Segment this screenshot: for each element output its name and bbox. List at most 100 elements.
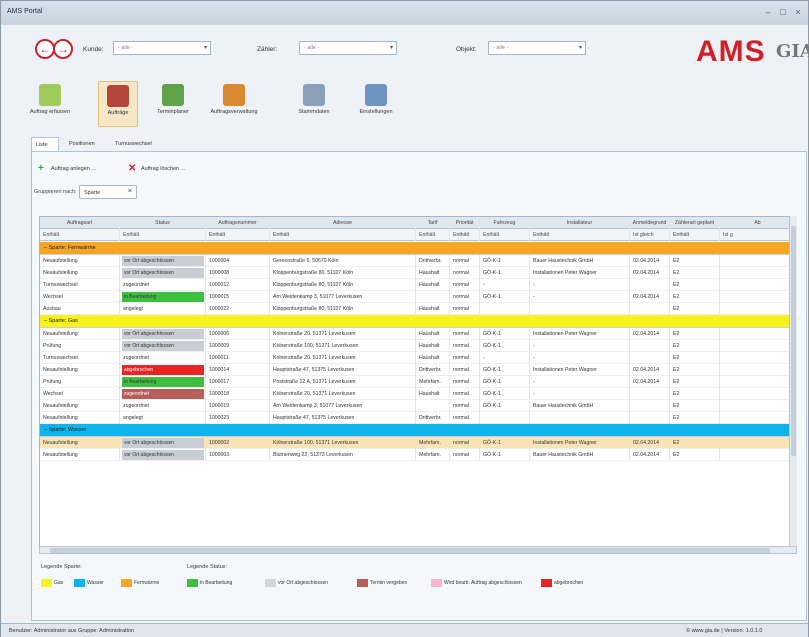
column-filter[interactable]: Enthält xyxy=(480,229,530,241)
legend-swatch xyxy=(357,579,368,587)
scroll-thumb[interactable] xyxy=(50,548,770,553)
table-cell xyxy=(630,340,670,352)
table-cell: 1000011 xyxy=(206,352,270,364)
tab-positionen[interactable]: Positionen xyxy=(65,137,105,151)
table-cell: E2 xyxy=(670,364,720,376)
table-row[interactable]: Prüfung vor Ort abgeschlossen 1000009 Kölne… xyxy=(40,340,796,352)
remove-icon[interactable]: × xyxy=(128,188,132,195)
ribbon-button-auftragsverwaltung[interactable]: Auftragsverwaltung xyxy=(203,81,265,127)
horizontal-scrollbar[interactable] xyxy=(39,546,797,554)
column-header[interactable]: Priorität xyxy=(450,217,480,229)
table-cell: - xyxy=(480,352,530,364)
objekt-value: - alle - xyxy=(493,45,509,51)
column-filter[interactable]: Enthält xyxy=(670,229,720,241)
legend-swatch xyxy=(121,579,132,587)
column-header[interactable]: Auftragsart xyxy=(40,217,120,229)
column-header[interactable]: Status xyxy=(120,217,206,229)
column-filter[interactable]: Enthält xyxy=(450,229,480,241)
document-stack-icon xyxy=(303,84,325,106)
column-header[interactable]: Ab xyxy=(720,217,796,229)
column-filter[interactable]: Enthält xyxy=(416,229,450,241)
column-header[interactable]: Tarif xyxy=(416,217,450,229)
column-header[interactable]: Installateur xyxy=(530,217,630,229)
gia-logo: GIA xyxy=(776,41,809,62)
zahler-label: Zähler: xyxy=(257,46,278,53)
status-badge: vor Ort abgeschlossen xyxy=(122,341,204,351)
maximize-icon[interactable]: □ xyxy=(776,6,790,18)
table-row[interactable]: Neuaufstellung vor Ort abgeschlossen 10000… xyxy=(40,255,796,267)
delete-order-button[interactable]: ✕ Auftrag löschen ... xyxy=(125,162,209,176)
group-by-label: Gruppieren nach: xyxy=(34,189,77,195)
table-row[interactable]: Turnuswechsel zugeordnet 1000011 Kölnerstra… xyxy=(40,352,796,364)
table-cell xyxy=(530,303,630,315)
group-row[interactable]: – Sparte: Wasser xyxy=(40,424,796,437)
table-cell: vor Ort abgeschlossen xyxy=(120,267,206,279)
ribbon-button-einstellungen[interactable]: Einstellungen xyxy=(352,81,400,127)
table-cell: Gereonstraße 6, 50670 Köln xyxy=(270,255,416,267)
zahler-dropdown[interactable]: - alle - ▾ xyxy=(299,41,397,55)
table-cell: 1000019 xyxy=(206,400,270,412)
ribbon-button-auftrag-erfassen[interactable]: Auftrag erfassen xyxy=(29,81,71,127)
table-cell: Neuaufstellung xyxy=(40,255,120,267)
table-cell: Am Weidenkamp 3, 51077 Leverkusen xyxy=(270,400,416,412)
table-cell: Bauer Haustechnik GmbH xyxy=(530,400,630,412)
table-cell: normal xyxy=(450,437,480,449)
table-cell: GÖ-K-1 xyxy=(480,449,530,461)
forward-arrow-icon[interactable]: → xyxy=(53,39,73,59)
table-cell: Neuaufstellung xyxy=(40,412,120,424)
close-icon[interactable]: × xyxy=(791,6,805,18)
group-chip-sparte[interactable]: Sparte × xyxy=(79,185,137,199)
column-header[interactable]: Adresse xyxy=(270,217,416,229)
column-header[interactable]: Auftragsnummer xyxy=(206,217,270,229)
user-settings-icon xyxy=(365,84,387,106)
column-filter[interactable]: Enthält xyxy=(530,229,630,241)
table-cell: normal xyxy=(450,412,480,424)
objekt-dropdown[interactable]: - alle - ▾ xyxy=(488,41,586,55)
column-filter[interactable]: Ist g xyxy=(720,229,796,241)
table-row[interactable]: Neuaufstellung abgebrochen 1000014 Hauptstr… xyxy=(40,364,796,376)
column-header[interactable]: Zählerart geplant xyxy=(670,217,720,229)
table-cell: Haushalt xyxy=(416,340,450,352)
scroll-thumb[interactable] xyxy=(791,226,796,456)
table-cell: Poststraße 12 A, 51371 Leverkusen xyxy=(270,376,416,388)
table-row[interactable]: Wechsel in Bearbeitung 1000015 Am Weidenkam… xyxy=(40,291,796,303)
table-cell: Neuaufstellung xyxy=(40,328,120,340)
back-arrow-icon[interactable]: ← xyxy=(35,39,55,59)
column-filter[interactable]: Enthält xyxy=(206,229,270,241)
table-row[interactable]: Turnuswechsel zugeordnet 1000012 Kloppenbur… xyxy=(40,279,796,291)
legend-item: Gas xyxy=(41,579,63,587)
table-cell: Wechsel xyxy=(40,388,120,400)
table-row[interactable]: Neuaufstellung zugeordnet 1000019 Am Weiden… xyxy=(40,400,796,412)
table-row[interactable]: Prüfung in Bearbeitung 1000017 Poststraße 1… xyxy=(40,376,796,388)
table-cell: normal xyxy=(450,279,480,291)
table-row[interactable]: Wechsel zugeordnet 1000018 Kölnerstraße 20,… xyxy=(40,388,796,400)
ribbon-button-terminplaner[interactable]: Terminplaner xyxy=(153,81,193,127)
column-header[interactable]: Fahrzeug xyxy=(480,217,530,229)
legend-status-title: Legende Status: xyxy=(187,564,228,570)
table-row[interactable]: Neuaufstellung vor Ort abgeschlossen 10000… xyxy=(40,449,796,461)
table-row[interactable]: Neuaufstellung vor Ort abgeschlossen 10000… xyxy=(40,437,796,449)
table-row[interactable]: Neuaufstellung vor Ort abgeschlossen 10000… xyxy=(40,267,796,279)
column-filter[interactable]: Enthält xyxy=(270,229,416,241)
tab-liste[interactable]: Liste xyxy=(31,137,59,151)
column-header[interactable]: Anmeldegrund xyxy=(630,217,670,229)
ribbon-button-auftraege[interactable]: Aufträge xyxy=(98,81,138,127)
vertical-scrollbar[interactable] xyxy=(789,216,797,546)
table-cell: - xyxy=(530,279,630,291)
table-row[interactable]: Neuaufstellung angelegt 1000023 Hauptstraße… xyxy=(40,412,796,424)
column-filter[interactable]: Enthält xyxy=(120,229,206,241)
table-row[interactable]: Neuaufstellung vor Ort abgeschlossen 10000… xyxy=(40,328,796,340)
ribbon-button-stammdaten[interactable]: Stammdaten xyxy=(290,81,338,127)
tab-turnuswechsel[interactable]: Turnuswechsel xyxy=(111,137,161,151)
column-filter[interactable]: Enthält xyxy=(40,229,120,241)
table-cell: GÖ-K-1 xyxy=(480,328,530,340)
group-row[interactable]: – Sparte: Fernwärme xyxy=(40,242,796,255)
kunde-dropdown[interactable]: - alle - ▾ xyxy=(113,41,211,55)
table-cell: GÖ-K-1 xyxy=(480,400,530,412)
table-row[interactable]: Ausbau angelegt 1000022 Kloppenburgstraße 8… xyxy=(40,303,796,315)
legend-item: Fernwärme xyxy=(121,579,159,587)
column-filter[interactable]: Ist gleich xyxy=(630,229,670,241)
minimize-icon[interactable]: – xyxy=(761,6,775,18)
group-row[interactable]: – Sparte: Gas xyxy=(40,315,796,328)
create-order-button[interactable]: + Auftrag anlegen ... xyxy=(35,162,119,176)
